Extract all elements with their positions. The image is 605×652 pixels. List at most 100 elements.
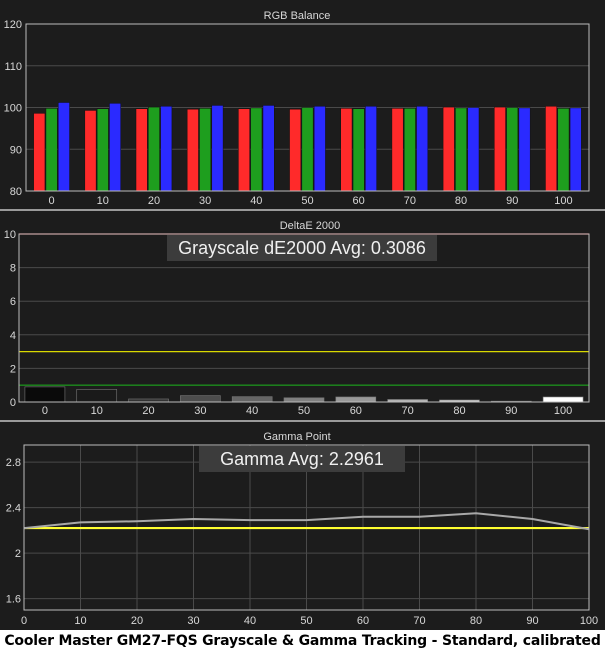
blue-bar [365, 105, 377, 192]
y-tick-label: 100 [4, 103, 22, 115]
y-tick-label: 2 [10, 363, 16, 375]
blue-bar [160, 105, 173, 192]
y-tick-label: 0 [10, 397, 16, 409]
red-bar [135, 108, 148, 192]
blue-bar [57, 102, 70, 192]
deltae-bar [283, 397, 325, 403]
blue-bar [569, 107, 582, 192]
x-tick-label: 40 [246, 405, 258, 417]
x-tick-label: 30 [199, 195, 211, 207]
y-tick-label: 8 [10, 263, 16, 275]
y-tick-label: 1.6 [6, 594, 21, 606]
red-bar [238, 108, 250, 192]
y-tick-label: 2 [15, 548, 21, 560]
x-tick-label: 80 [470, 615, 482, 627]
x-tick-label: 90 [526, 615, 538, 627]
deltae-title: DeltaE 2000 [280, 220, 341, 232]
red-bar [442, 106, 455, 192]
blue-bar [313, 105, 326, 192]
x-tick-label: 60 [357, 615, 369, 627]
figure-caption: Cooler Master GM27-FQS Grayscale & Gamma… [0, 630, 605, 652]
red-bar [33, 113, 46, 192]
avg-annotation: Gamma Avg: 2.2961 [220, 449, 384, 469]
panel-divider [0, 209, 605, 211]
x-tick-label: 90 [505, 405, 517, 417]
deltae-bar [180, 395, 221, 403]
x-tick-label: 80 [455, 195, 467, 207]
y-tick-label: 4 [10, 330, 16, 342]
green-bar [557, 108, 570, 192]
x-tick-label: 0 [49, 195, 55, 207]
x-tick-label: 50 [300, 615, 312, 627]
green-bar [403, 108, 416, 192]
x-tick-label: 0 [42, 405, 48, 417]
x-tick-label: 60 [353, 195, 365, 207]
x-tick-label: 30 [194, 405, 206, 417]
x-tick-label: 100 [580, 615, 598, 627]
green-bar [506, 107, 519, 192]
gamma-chart: Gamma Point 1.6 2 2.4 2.8 0 10 20 30 40 50 60 70 80 9… [6, 431, 598, 627]
red-bar [545, 105, 558, 192]
x-tick-label: 100 [554, 195, 572, 207]
x-tick-label: 20 [142, 405, 154, 417]
y-tick-label: 6 [10, 296, 16, 308]
y-tick-label: 90 [10, 144, 22, 156]
x-tick-label: 50 [301, 195, 313, 207]
rgb-balance-chart: RGB Balance 80 90 100 110 120 0 10 20 30 40 50 60 70… [4, 10, 590, 207]
x-tick-label: 0 [21, 615, 27, 627]
avg-annotation: Grayscale dE2000 Avg: 0.3086 [178, 238, 426, 258]
y-tick-label: 2.4 [6, 503, 21, 515]
y-tick-label: 10 [4, 229, 16, 241]
rgb-balance-title: RGB Balance [264, 10, 331, 22]
red-bar [340, 108, 353, 192]
x-tick-label: 20 [131, 615, 143, 627]
deltae-bar [335, 396, 377, 403]
green-bar [199, 108, 212, 192]
x-tick-label: 10 [74, 615, 86, 627]
red-bar [494, 106, 506, 192]
y-tick-label: 110 [4, 61, 22, 73]
x-tick-label: 20 [148, 195, 160, 207]
x-tick-label: 60 [350, 405, 362, 417]
blue-bar [467, 107, 480, 192]
x-tick-label: 10 [91, 405, 103, 417]
green-bar [352, 108, 365, 192]
x-tick-label: 80 [453, 405, 465, 417]
x-tick-label: 40 [244, 615, 256, 627]
deltae-bar [231, 396, 273, 403]
x-tick-label: 50 [298, 405, 310, 417]
x-tick-label: 10 [97, 195, 109, 207]
deltae-bar [24, 386, 66, 403]
blue-bar [262, 105, 275, 192]
red-bar [289, 108, 302, 192]
green-bar [455, 107, 467, 192]
deltae-chart: DeltaE 2000 02468100 10 20 30 40 50 60 70 80 90 10… [4, 220, 590, 417]
deltae-bar [542, 396, 584, 403]
panel-divider [0, 420, 605, 422]
green-bar [301, 107, 314, 192]
y-tick-label: 120 [4, 19, 22, 31]
red-bar [391, 108, 404, 192]
x-tick-label: 100 [554, 405, 572, 417]
x-tick-label: 70 [402, 405, 414, 417]
x-tick-label: 70 [404, 195, 416, 207]
blue-bar [211, 105, 224, 192]
x-tick-label: 90 [506, 195, 518, 207]
green-bar [45, 108, 58, 192]
y-tick-label: 2.8 [6, 457, 21, 469]
x-tick-label: 70 [413, 615, 425, 627]
green-bar [250, 107, 263, 192]
x-tick-label: 40 [250, 195, 262, 207]
green-bar [148, 106, 160, 192]
blue-bar [109, 103, 121, 192]
red-bar [186, 108, 199, 192]
blue-bar [518, 107, 531, 192]
y-tick-label: 80 [10, 186, 22, 198]
x-tick-label: 30 [187, 615, 199, 627]
deltae-bar [76, 389, 118, 403]
chart-panel-stack: RGB Balance 80 90 100 110 120 0 10 20 30 40 50 60 70… [0, 0, 605, 630]
blue-bar [416, 105, 429, 192]
red-bar [84, 110, 97, 192]
gamma-title: Gamma Point [263, 431, 330, 443]
green-bar [96, 108, 109, 192]
